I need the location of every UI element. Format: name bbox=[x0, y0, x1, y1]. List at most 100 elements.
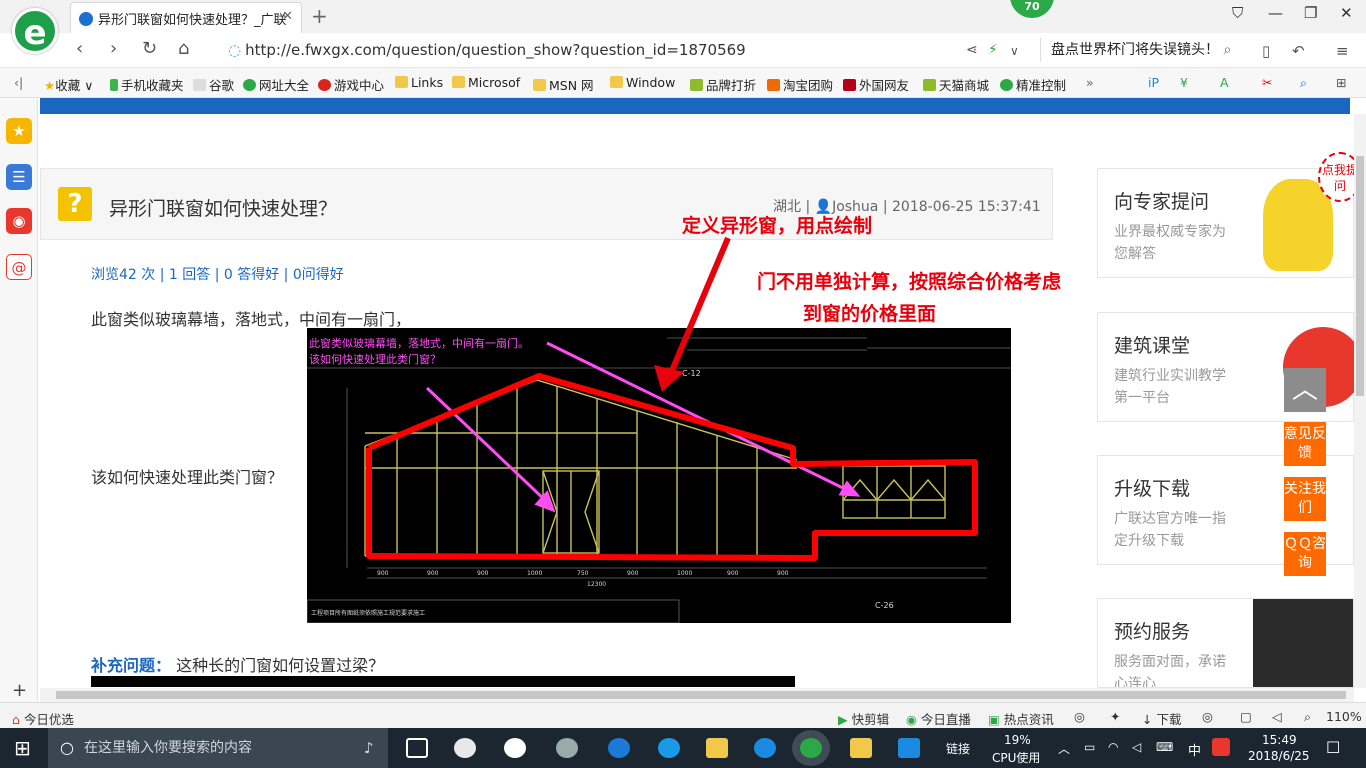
home-icon[interactable]: ⌂ bbox=[178, 38, 189, 59]
favorites-star-icon[interactable]: ★ bbox=[6, 118, 32, 144]
news-icon[interactable]: ☰ bbox=[6, 164, 32, 190]
zoom-level[interactable]: 110% bbox=[1326, 709, 1362, 724]
browser-taskbar-icon[interactable] bbox=[800, 738, 822, 758]
close-tab-icon[interactable]: ✕ bbox=[282, 9, 293, 24]
bookmark-item[interactable]: 精准控制 bbox=[1000, 75, 1066, 94]
svg-text:此窗类似玻璃幕墙，落地式，中间有一扇门。: 此窗类似玻璃幕墙，落地式，中间有一扇门。 bbox=[309, 336, 529, 350]
today-picks[interactable]: ⌂ 今日优选 bbox=[12, 709, 74, 728]
wifi-icon[interactable]: ◠ bbox=[1108, 740, 1118, 754]
qq-consult-button[interactable]: ＱＱ咨询 bbox=[1284, 532, 1326, 576]
add-sidebar-icon[interactable]: + bbox=[12, 680, 27, 701]
sogou-icon[interactable] bbox=[1212, 738, 1230, 756]
bookmark-item[interactable]: 淘宝团购 bbox=[767, 75, 833, 94]
feedback-button[interactable]: 意见反馈 bbox=[1284, 422, 1326, 466]
follow-button[interactable]: 关注我们 bbox=[1284, 477, 1326, 521]
app-icon[interactable] bbox=[556, 738, 578, 758]
mail-icon[interactable]: @ bbox=[6, 254, 32, 280]
translate-icon[interactable]: A bbox=[1220, 75, 1229, 90]
cpu-label: CPU使用 bbox=[992, 751, 1041, 765]
tray-arrow-icon[interactable]: ︿ bbox=[1058, 740, 1070, 757]
magnifier-icon[interactable]: ⌕ bbox=[1300, 75, 1307, 91]
taskbar-search[interactable]: 在这里输入你要搜索的内容 bbox=[48, 728, 388, 768]
bookmark-item[interactable]: Window bbox=[610, 75, 675, 90]
back-icon[interactable]: ‹ bbox=[76, 38, 83, 59]
bookmark-item[interactable]: ★收藏 ∨ bbox=[44, 75, 93, 94]
sound-icon[interactable]: ◁ bbox=[1272, 709, 1282, 724]
minimize-button[interactable]: — bbox=[1268, 4, 1283, 22]
ie-icon[interactable] bbox=[658, 738, 680, 758]
address-bar[interactable]: ◌ http://e.fwxgx.com/question/question_sh… bbox=[228, 38, 948, 62]
restore-button[interactable]: ❐ bbox=[1304, 4, 1317, 22]
card-title: 建筑课堂 bbox=[1114, 335, 1191, 357]
vertical-scrollbar[interactable] bbox=[1354, 114, 1366, 688]
scroll-thumb[interactable] bbox=[1356, 156, 1364, 396]
notification-icon[interactable]: ☐ bbox=[1326, 738, 1340, 757]
status-item[interactable]: ↓ 下载 bbox=[1142, 709, 1181, 728]
bookmark-item[interactable]: 网址大全 bbox=[243, 75, 309, 94]
bookmark-item[interactable]: MSN 网 bbox=[533, 75, 594, 94]
forward-icon[interactable]: › bbox=[110, 38, 117, 59]
history-icon[interactable]: ◎ bbox=[1202, 709, 1213, 724]
weibo-icon[interactable]: ◉ bbox=[6, 208, 32, 234]
cut-icon[interactable]: ✂ bbox=[1262, 75, 1272, 90]
window-icon[interactable]: ▢ bbox=[1240, 709, 1252, 724]
bookmark-item[interactable]: 品牌打折 bbox=[690, 75, 756, 94]
pin-icon[interactable]: ✦ bbox=[1110, 709, 1120, 724]
bookmark-item[interactable]: 外国网友 bbox=[843, 75, 909, 94]
keyboard-icon[interactable]: ⌨ bbox=[1156, 740, 1173, 754]
microphone-icon[interactable]: ♪ bbox=[364, 739, 374, 757]
horizontal-scrollbar[interactable] bbox=[40, 688, 1354, 702]
menu-icon[interactable]: ≡ bbox=[1336, 42, 1349, 60]
bookmark-item[interactable]: Links bbox=[395, 75, 443, 90]
share-icon[interactable]: ⋖ bbox=[966, 42, 978, 58]
bookmark-item[interactable]: 天猫商城 bbox=[923, 75, 989, 94]
undo-icon[interactable]: ↶ bbox=[1292, 42, 1305, 60]
close-window-button[interactable]: ✕ bbox=[1340, 4, 1353, 22]
speed-icon[interactable]: ⚡ bbox=[988, 42, 998, 58]
refresh-icon[interactable]: ↻ bbox=[142, 38, 157, 59]
card-title: 预约服务 bbox=[1114, 621, 1191, 643]
ie-browser-icon[interactable] bbox=[504, 738, 526, 758]
new-tab-button[interactable]: + bbox=[311, 4, 328, 28]
task-view-icon[interactable] bbox=[406, 738, 428, 758]
appointment-card[interactable]: 预约服务 服务面对面，承诺心连心 bbox=[1097, 598, 1354, 688]
battery-icon[interactable]: ▭ bbox=[1084, 740, 1095, 754]
status-item[interactable]: ▣ 热点资讯 bbox=[988, 709, 1054, 728]
plus-app-icon[interactable] bbox=[898, 738, 920, 758]
site-info-icon[interactable]: ◌ bbox=[228, 41, 241, 59]
glodon-icon[interactable] bbox=[754, 738, 776, 758]
edge-icon[interactable] bbox=[608, 738, 630, 758]
ime-indicator[interactable]: 中 bbox=[1188, 740, 1201, 759]
windows-start-icon[interactable]: ⊞ bbox=[14, 736, 31, 760]
ask-expert-card[interactable]: 向专家提问 业界最权威专家为您解答 bbox=[1097, 168, 1354, 278]
status-item[interactable]: ▶ 快剪辑 bbox=[838, 709, 889, 728]
clock-date[interactable]: 2018/6/25 bbox=[1248, 749, 1310, 763]
apps-icon[interactable]: ⊞ bbox=[1336, 75, 1346, 90]
notes-icon[interactable] bbox=[850, 738, 872, 758]
browser-logo-icon[interactable]: e bbox=[12, 8, 58, 54]
link-toolbar[interactable]: 链接 bbox=[946, 740, 970, 757]
bookmark-item[interactable]: 手机收藏夹 bbox=[110, 75, 184, 94]
clock-time[interactable]: 15:49 bbox=[1262, 733, 1297, 747]
search-box[interactable]: 盘点世界杯门将失误镜头！ ⌕ bbox=[1040, 38, 1240, 62]
collapse-icon[interactable]: ‹| bbox=[14, 75, 23, 90]
browser-tab[interactable]: 异形门联窗如何快速处理？_广联 ✕ bbox=[70, 2, 302, 33]
currency-icon[interactable]: ¥ bbox=[1180, 75, 1188, 90]
status-item[interactable]: ◉ 今日直播 bbox=[906, 709, 971, 728]
bookmark-item[interactable]: Microsof bbox=[452, 75, 520, 90]
speed-test-icon[interactable]: ◎ bbox=[1074, 709, 1085, 724]
bookmark-item[interactable]: 游戏中心 bbox=[318, 75, 384, 94]
scroll-thumb[interactable] bbox=[56, 691, 1346, 699]
bookmark-item[interactable]: 谷歌 bbox=[193, 75, 234, 94]
more-bookmarks-icon[interactable]: » bbox=[1086, 75, 1094, 90]
phone-icon[interactable]: ▯ bbox=[1262, 42, 1270, 60]
extension-icon[interactable]: iP bbox=[1148, 75, 1159, 90]
fan-app-icon[interactable] bbox=[454, 738, 476, 758]
search-icon[interactable]: ⌕ bbox=[1223, 42, 1231, 58]
zoom-icon[interactable]: ⌕ bbox=[1304, 709, 1311, 725]
back-to-top-button[interactable]: ︿ bbox=[1284, 368, 1326, 412]
chevron-down-icon[interactable]: ∨ bbox=[1010, 44, 1019, 58]
skin-icon[interactable]: ⛉ bbox=[1232, 4, 1243, 22]
file-explorer-icon[interactable] bbox=[706, 738, 728, 758]
volume-icon[interactable]: ◁ bbox=[1132, 740, 1141, 754]
